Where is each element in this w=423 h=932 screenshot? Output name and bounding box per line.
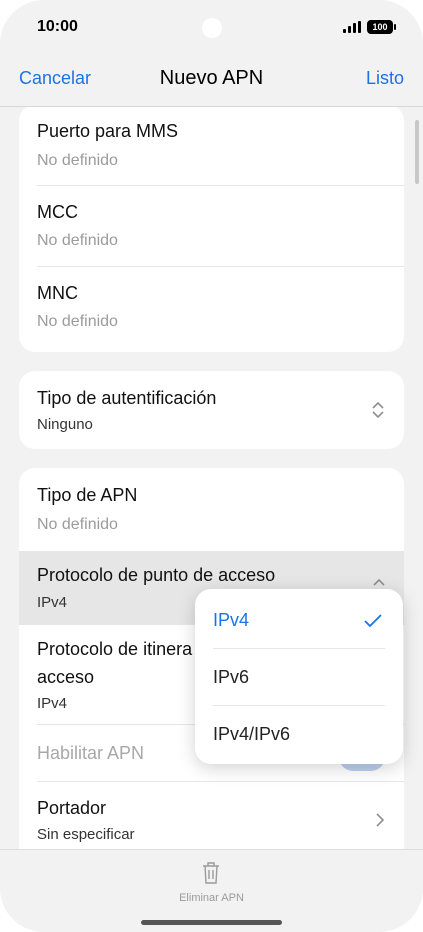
- done-button[interactable]: Listo: [366, 68, 404, 89]
- mms-port-label: Puerto para MMS: [37, 121, 179, 141]
- option-ipv4[interactable]: IPv4: [195, 591, 403, 648]
- auth-type-value: Ninguno: [37, 416, 93, 433]
- mnc-row[interactable]: MNC No definido: [19, 267, 404, 347]
- chevron-up-icon: [373, 578, 385, 586]
- battery-icon: 100: [367, 20, 396, 34]
- status-time: 10:00: [37, 18, 78, 35]
- chevron-right-icon: [376, 813, 385, 827]
- page-title: Nuevo APN: [159, 67, 264, 89]
- scrollbar[interactable]: [415, 120, 419, 184]
- trash-icon: [203, 862, 219, 884]
- mcc-value[interactable]: No definido: [37, 232, 118, 250]
- status-bar: 10:00 100: [0, 0, 423, 56]
- signal-icon: [343, 21, 361, 33]
- mnc-value[interactable]: No definido: [37, 313, 118, 331]
- mms-port-row[interactable]: Puerto para MMS No definido: [19, 107, 404, 185]
- mcc-row[interactable]: MCC No definido: [19, 186, 404, 266]
- apn-details-card: Puerto para MMS No definido MCC No defin…: [19, 107, 404, 352]
- bearer-value: Sin especificar: [37, 826, 135, 843]
- option-ipv4-ipv6-label: IPv4/IPv6: [213, 724, 291, 744]
- mms-port-value[interactable]: No definido: [37, 152, 118, 170]
- apn-type-label: Tipo de APN: [37, 485, 138, 505]
- roaming-protocol-label-line2: acceso: [37, 667, 95, 687]
- apn-type-row[interactable]: Tipo de APN No definido: [19, 468, 404, 550]
- roaming-protocol-value: IPv4: [37, 695, 68, 712]
- option-ipv4-ipv6[interactable]: IPv4/IPv6: [195, 705, 403, 762]
- option-ipv6-label: IPv6: [213, 667, 250, 687]
- protocol-dropdown-menu: IPv4 IPv6 IPv4/IPv6: [195, 589, 403, 764]
- auth-type-card[interactable]: Tipo de autentificación Ninguno: [19, 371, 404, 449]
- option-ipv4-label: IPv4: [213, 610, 250, 630]
- apn-type-value[interactable]: No definido: [37, 516, 118, 534]
- enable-apn-label: Habilitar APN: [37, 743, 145, 763]
- bearer-label: Portador: [37, 798, 107, 818]
- access-protocol-label: Protocolo de punto de acceso: [37, 565, 276, 585]
- home-indicator[interactable]: [141, 920, 282, 925]
- bottom-toolbar: Eliminar APN: [0, 849, 423, 932]
- auth-type-label: Tipo de autentificación: [37, 388, 217, 408]
- checkmark-icon: [364, 614, 382, 628]
- delete-apn-label: Eliminar APN: [179, 892, 244, 904]
- camera-notch: [202, 18, 222, 38]
- mnc-label: MNC: [37, 283, 78, 303]
- option-ipv6[interactable]: IPv6: [195, 648, 403, 705]
- mcc-label: MCC: [37, 202, 78, 222]
- navigation-bar: Cancelar Nuevo APN Listo: [0, 56, 423, 107]
- up-down-chevron-icon: [372, 401, 384, 419]
- phone-screen: 10:00 100 Cancelar Nuevo APN Listo Puert…: [0, 0, 423, 932]
- bearer-row[interactable]: Portador Sin especificar: [19, 782, 404, 849]
- access-protocol-value: IPv4: [37, 594, 68, 611]
- roaming-protocol-label-line1: Protocolo de itinera: [37, 639, 193, 659]
- delete-apn-button[interactable]: Eliminar APN: [160, 856, 263, 908]
- battery-level: 100: [372, 22, 388, 32]
